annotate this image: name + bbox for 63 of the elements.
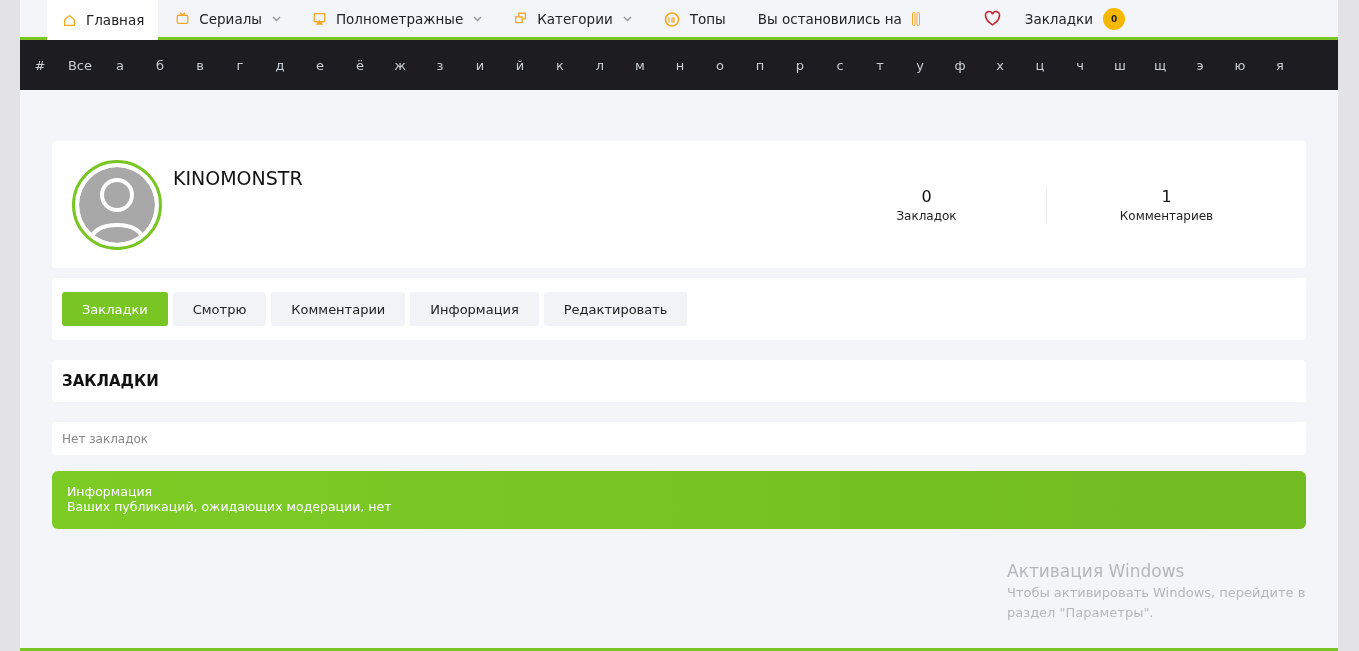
profile-tab[interactable]: Комментарии xyxy=(271,292,406,326)
letter-link[interactable]: х xyxy=(980,57,1020,73)
letter-link[interactable]: ё xyxy=(340,57,380,73)
letter-link[interactable]: м xyxy=(620,57,660,73)
nav-link[interactable]: Сериалы xyxy=(160,0,295,37)
nav-link[interactable]: Топы xyxy=(647,0,740,37)
tv-icon xyxy=(176,12,190,25)
top-ten-icon xyxy=(663,10,680,27)
letter-link[interactable]: н xyxy=(660,57,700,73)
letter-link[interactable]: ж xyxy=(380,57,420,73)
letter-link[interactable]: щ xyxy=(1140,57,1180,73)
letter-link[interactable]: а xyxy=(100,57,140,73)
letter-link[interactable]: ф xyxy=(940,57,980,73)
nav-link[interactable]: Категории xyxy=(498,0,646,37)
heart-icon xyxy=(983,10,1001,27)
stat-value: 1 xyxy=(1161,186,1172,206)
letter-link[interactable]: р xyxy=(780,57,820,73)
count-badge: 0 xyxy=(1103,7,1125,30)
stat-label: Закладок xyxy=(896,208,957,223)
letter-link[interactable]: ч xyxy=(1060,57,1100,73)
letter-link[interactable]: я xyxy=(1260,57,1300,73)
letter-link[interactable]: л xyxy=(580,57,620,73)
screen-icon xyxy=(312,12,326,25)
letter-link[interactable]: ш xyxy=(1100,57,1140,73)
nav-link[interactable]: Полнометражные xyxy=(296,0,497,37)
username: KINOMONSTR xyxy=(173,167,304,191)
nav-link[interactable]: Вы остановились на xyxy=(741,0,934,37)
letter-link[interactable]: е xyxy=(300,57,340,73)
letter-link[interactable]: у xyxy=(900,57,940,73)
letter-link[interactable]: г xyxy=(220,57,260,73)
letter-link[interactable]: в xyxy=(180,57,220,73)
stack-icon xyxy=(514,12,528,25)
letter-link[interactable]: б xyxy=(140,57,180,73)
activation-text: Чтобы активировать Windows, перейдите в раздел "Параметры". xyxy=(1007,584,1307,622)
letter-link[interactable]: п xyxy=(740,57,780,73)
letter-link[interactable]: о xyxy=(700,57,740,73)
profile-tab[interactable]: Информация xyxy=(410,292,539,326)
profile-tab[interactable]: Смотрю xyxy=(172,292,267,326)
empty-message: Нет закладок xyxy=(52,422,1306,455)
letter-link[interactable]: ц xyxy=(1020,57,1060,73)
letter-link[interactable]: с xyxy=(820,57,860,73)
nav-link[interactable]: Главная xyxy=(47,0,159,40)
letter-link[interactable]: ю xyxy=(1220,57,1260,73)
letter-link[interactable]: д xyxy=(260,57,300,73)
stat-value: 0 xyxy=(921,186,932,206)
stat-label: Комментариев xyxy=(1119,208,1214,223)
home-icon xyxy=(63,13,76,27)
letter-link[interactable]: э xyxy=(1180,57,1220,73)
letter-link[interactable]: Все xyxy=(60,57,100,73)
user-silhouette-icon xyxy=(79,167,155,243)
activation-title: Активация Windows xyxy=(1007,561,1186,581)
section-heading: ЗАКЛАДКИ xyxy=(52,360,1306,402)
info-title: Информация xyxy=(67,484,154,499)
profile-tab[interactable]: Редактировать xyxy=(543,292,688,326)
nav-link[interactable]: Закладки 0 xyxy=(967,0,1139,37)
letter-link[interactable]: и xyxy=(460,57,500,73)
letter-link[interactable]: # xyxy=(20,57,60,73)
pause-icon xyxy=(911,11,920,26)
letter-link[interactable]: к xyxy=(540,57,580,73)
info-text: Ваших публикаций, ожидающих модерации, нет xyxy=(67,499,393,514)
letter-link[interactable]: з xyxy=(420,57,460,73)
letter-link[interactable]: й xyxy=(500,57,540,73)
letter-link[interactable]: т xyxy=(860,57,900,73)
